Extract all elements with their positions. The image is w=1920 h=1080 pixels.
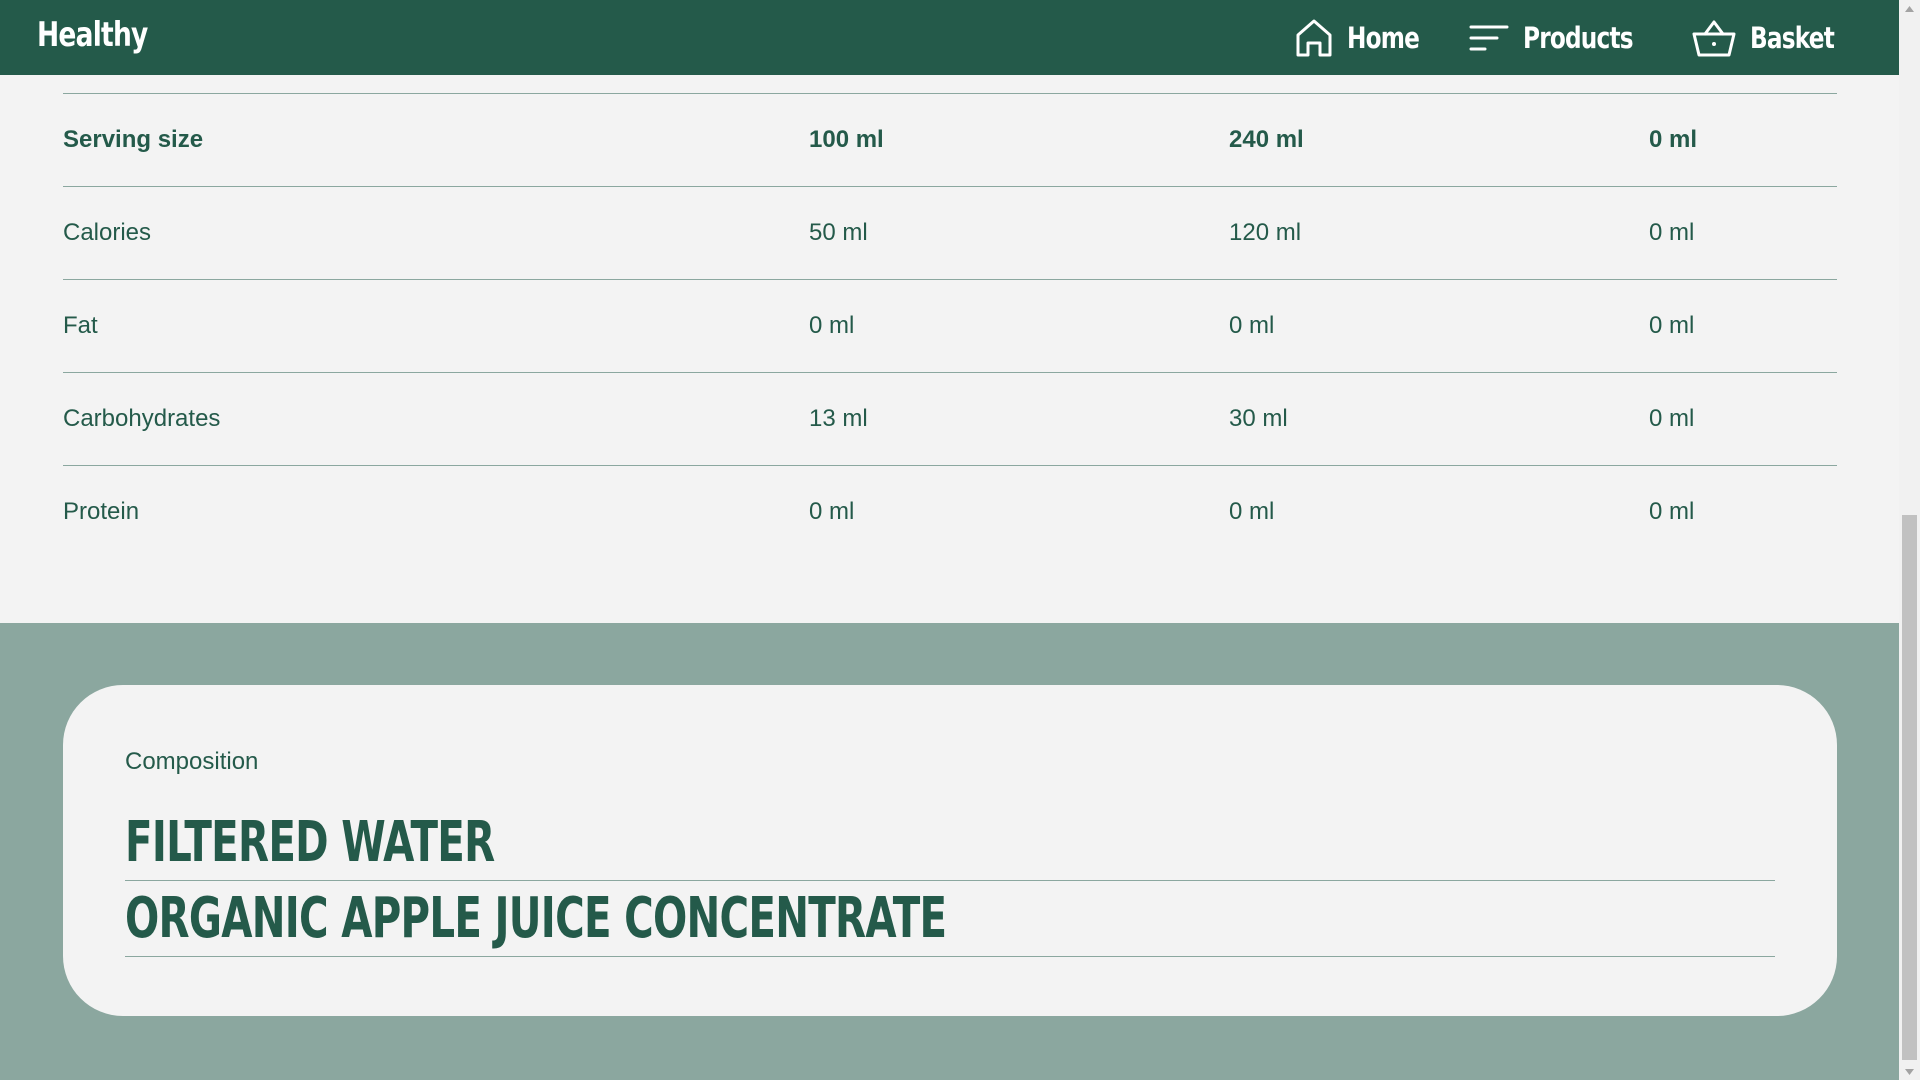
row-value: 50 ml <box>809 219 868 246</box>
row-value: 13 ml <box>809 405 868 432</box>
row-label: Carbohydrates <box>63 405 221 432</box>
main-nav: Home Products Basket <box>1295 0 1837 75</box>
row-label: Fat <box>63 312 98 339</box>
row-value: 0 ml <box>1649 405 1695 432</box>
table-row: Calories 50 ml 120 ml 0 ml <box>63 187 1837 280</box>
nav-home-label: Home <box>1346 20 1420 55</box>
brand-logo[interactable]: Healthy <box>37 15 148 55</box>
scroll-down-arrow-icon[interactable] <box>1899 1063 1920 1080</box>
row-value: 0 ml <box>809 312 855 339</box>
nav-products-label: Products <box>1522 20 1634 55</box>
row-label: Calories <box>63 219 152 246</box>
row-label: Protein <box>63 498 140 525</box>
row-value: 0 ml <box>1229 498 1275 525</box>
row-value: 0 ml <box>1229 312 1275 339</box>
row-value: 0 ml <box>1649 498 1695 525</box>
top-navbar: Healthy Home Products Basket <box>0 0 1899 75</box>
nutrition-table: Serving size 100 ml 240 ml 0 ml Calories… <box>63 93 1837 558</box>
table-row: Serving size 100 ml 240 ml 0 ml <box>63 93 1837 187</box>
row-value: 100 ml <box>809 126 884 153</box>
row-value: 120 ml <box>1229 219 1302 246</box>
row-value: 240 ml <box>1229 126 1304 153</box>
nav-home[interactable]: Home <box>1295 18 1420 58</box>
menu-lines-icon <box>1469 25 1509 50</box>
composition-item: FILTERED WATER <box>125 805 1775 881</box>
scroll-up-arrow-icon[interactable] <box>1899 0 1920 17</box>
row-value: 0 ml <box>1649 312 1695 339</box>
basket-icon <box>1692 20 1736 56</box>
row-value: 0 ml <box>1649 126 1698 153</box>
composition-section: Composition FILTERED WATER ORGANIC APPLE… <box>0 623 1899 1080</box>
composition-item-label: FILTERED WATER <box>125 810 495 875</box>
vertical-scrollbar[interactable] <box>1899 0 1920 1080</box>
composition-item: ORGANIC APPLE JUICE CONCENTRATE <box>125 881 1775 957</box>
row-value: 0 ml <box>1649 219 1695 246</box>
table-row: Protein 0 ml 0 ml 0 ml <box>63 466 1837 558</box>
row-label: Serving size <box>63 126 204 153</box>
scrollbar-thumb[interactable] <box>1902 515 1917 1060</box>
nav-basket-label: Basket <box>1750 20 1835 55</box>
nav-products[interactable]: Products <box>1469 21 1642 55</box>
table-row: Fat 0 ml 0 ml 0 ml <box>63 280 1837 373</box>
page-viewport: Healthy Home Products Basket Serving siz… <box>0 0 1899 1080</box>
composition-card: Composition FILTERED WATER ORGANIC APPLE… <box>63 685 1837 1016</box>
composition-list: FILTERED WATER ORGANIC APPLE JUICE CONCE… <box>125 805 1775 957</box>
home-icon <box>1296 19 1332 56</box>
row-value: 30 ml <box>1229 405 1288 432</box>
composition-item-label: ORGANIC APPLE JUICE CONCENTRATE <box>125 886 947 951</box>
table-row: Carbohydrates 13 ml 30 ml 0 ml <box>63 373 1837 466</box>
nav-basket[interactable]: Basket <box>1692 18 1837 58</box>
row-value: 0 ml <box>809 498 855 525</box>
composition-title: Composition <box>125 748 259 775</box>
